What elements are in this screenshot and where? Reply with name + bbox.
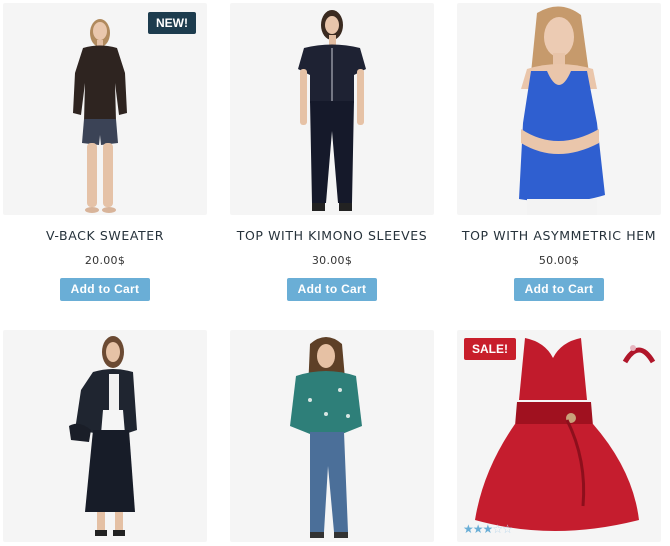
product-image-top-with-kimono-sleeves[interactable]: [230, 3, 434, 215]
star-rating: ★★★☆☆: [463, 522, 513, 536]
product-image-v-back-sweater[interactable]: NEW!: [3, 3, 207, 215]
star-filled-icon: ★: [482, 522, 494, 536]
product-price: 50.00$: [538, 254, 580, 267]
product-price: 20.00$: [84, 254, 126, 267]
product-photo: [475, 338, 656, 531]
product-image-trench-coat-outfit[interactable]: [3, 330, 207, 542]
add-to-cart-button[interactable]: Add to Cart: [60, 278, 150, 301]
product-price: 30.00$: [311, 254, 353, 267]
model-photo: [298, 10, 366, 211]
product-name[interactable]: TOP WITH KIMONO SLEEVES: [230, 228, 434, 243]
product-name[interactable]: TOP WITH ASYMMETRIC HEM: [457, 228, 661, 243]
model-photo: [290, 337, 362, 538]
star-filled-icon: ★: [463, 522, 474, 536]
model-photo: [73, 19, 127, 213]
product-info: TOP WITH KIMONO SLEEVES 30.00$ Add to Ca…: [230, 228, 434, 301]
product-image-red-dress[interactable]: SALE! ★★★☆☆: [457, 330, 661, 542]
product-name[interactable]: V-BACK SWEATER: [3, 228, 207, 243]
sale-badge: SALE!: [464, 338, 516, 360]
product-image-printed-blouse-outfit[interactable]: [230, 330, 434, 542]
add-to-cart-button[interactable]: Add to Cart: [287, 278, 377, 301]
product-image-top-with-asymmetric-hem[interactable]: [457, 3, 661, 215]
model-photo: [519, 6, 605, 215]
star-empty-icon: ☆: [502, 522, 513, 536]
product-info: V-BACK SWEATER 20.00$ Add to Cart: [3, 228, 207, 301]
star-empty-icon: ☆: [492, 522, 503, 536]
model-photo: [69, 336, 137, 536]
new-badge: NEW!: [148, 12, 196, 34]
product-info: TOP WITH ASYMMETRIC HEM 50.00$ Add to Ca…: [457, 228, 661, 301]
star-filled-icon: ★: [472, 522, 484, 536]
add-to-cart-button[interactable]: Add to Cart: [514, 278, 604, 301]
